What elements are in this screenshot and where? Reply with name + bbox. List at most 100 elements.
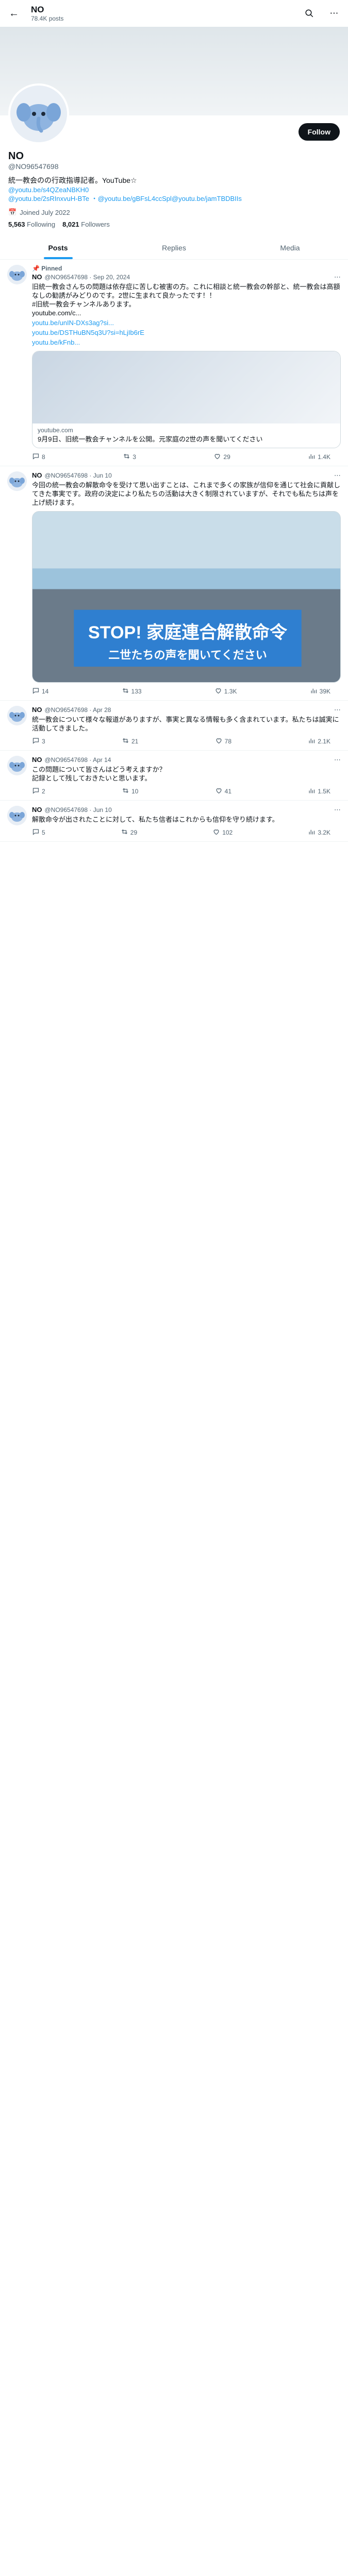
like-button[interactable]: 29 (213, 452, 230, 462)
post-avatar[interactable] (7, 756, 27, 776)
post[interactable]: NO @NO96547698 · Jun 10 ⋯ 解散命令が出されたことに対して、私… (0, 801, 348, 842)
post-meta: @NO96547698 · Apr 14 (44, 756, 111, 764)
repost-button[interactable]: 133 (122, 687, 142, 696)
view-count: 39K (319, 688, 330, 696)
repost-button[interactable]: 21 (122, 737, 138, 746)
post-author-name[interactable]: NO (32, 756, 42, 764)
repost-icon (122, 787, 129, 796)
reply-count: 8 (42, 453, 45, 461)
like-icon (215, 787, 223, 796)
elephant-mascot-icon (10, 86, 67, 142)
joined-date: Joined July 2022 (20, 208, 70, 216)
follow-stats: 5,563 Following 8,021 Followers (8, 221, 340, 228)
post-author-name[interactable]: NO (32, 806, 42, 814)
like-button[interactable]: 78 (215, 737, 231, 746)
reply-count: 2 (42, 788, 45, 795)
followers-link[interactable]: 8,021 Followers (62, 221, 110, 228)
more-options-icon[interactable]: ⋯ (334, 706, 341, 714)
post-author-name[interactable]: NO (32, 471, 42, 479)
post-actions: 14 133 1.3K 39K (32, 687, 341, 696)
link-card-title: 9月9日、旧統一教会チャンネルを公開。元家庭の2世の声を聞いてください (38, 435, 263, 443)
back-arrow-icon[interactable]: ← (6, 6, 22, 21)
more-options-icon[interactable]: ⋯ (334, 471, 341, 480)
reply-button[interactable]: 8 (32, 452, 45, 462)
post-meta: @NO96547698 · Jun 10 (44, 472, 112, 479)
post-avatar[interactable] (7, 265, 27, 284)
repost-icon (122, 687, 129, 696)
followers-count: 8,021 (62, 221, 79, 228)
like-button[interactable]: 1.3K (214, 687, 237, 696)
reply-button[interactable]: 2 (32, 787, 45, 796)
view-button[interactable]: 1.5K (308, 787, 330, 796)
repost-count: 21 (131, 738, 139, 745)
link-card-thumbnail (32, 351, 340, 423)
post-body: NO @NO96547698 · Apr 14 ⋯ この問題について皆さんはどう考えま… (32, 756, 341, 796)
post-photo[interactable]: STOP! 家庭連合解散命令 二世たちの声を聞いてください (32, 511, 341, 683)
reply-button[interactable]: 14 (32, 687, 48, 696)
views-icon (308, 787, 316, 796)
views-icon (308, 452, 316, 462)
post-link[interactable]: youtu.be/DSTHuBN5q3U?si=hLjIb6rE (32, 328, 341, 337)
view-button[interactable]: 39K (310, 687, 330, 696)
post-text: この問題について皆さんはどう考えますか？ 記録として残しておきたいと思います。 (32, 766, 166, 783)
following-count: 5,563 (8, 221, 25, 228)
tab-media[interactable]: Media (232, 235, 348, 259)
reply-icon (32, 828, 40, 837)
post[interactable]: NO @NO96547698 · Jun 10 ⋯ 今回の統一教会の解散命令を受けて思… (0, 466, 348, 701)
more-options-icon[interactable]: ⋯ (334, 756, 341, 764)
view-button[interactable]: 1.4K (308, 452, 330, 462)
profile-header: Follow NO @NO96547698 統一教会のの行政指導記者。YouTu… (0, 83, 348, 228)
search-icon[interactable] (302, 6, 317, 21)
like-count: 102 (222, 829, 233, 837)
post-avatar[interactable] (7, 806, 27, 826)
view-button[interactable]: 3.2K (308, 828, 330, 837)
post-avatar[interactable] (7, 471, 27, 491)
post[interactable]: NO @NO96547698 · Apr 14 ⋯ この問題について皆さんはどう考えま… (0, 751, 348, 801)
more-options-icon[interactable]: ⋯ (334, 273, 341, 281)
post-avatar[interactable] (7, 706, 27, 726)
following-link[interactable]: 5,563 Following (8, 221, 55, 228)
post-header: NO @NO96547698 · Jun 10 ⋯ (32, 471, 341, 480)
like-button[interactable]: 102 (212, 828, 233, 837)
post-link[interactable]: youtu.be/unIN-DXs3ag?si... (32, 318, 341, 327)
more-options-icon[interactable]: ⋯ (326, 6, 342, 21)
like-count: 41 (224, 788, 231, 795)
like-button[interactable]: 41 (215, 787, 231, 796)
repost-button[interactable]: 10 (122, 787, 138, 796)
repost-count: 29 (130, 829, 138, 837)
view-count: 3.2K (318, 829, 330, 837)
like-icon (215, 737, 223, 746)
reply-button[interactable]: 3 (32, 737, 45, 746)
reply-icon (32, 452, 40, 462)
reply-icon (32, 737, 40, 746)
link-card[interactable]: youtube.com 9月9日、旧統一教会チャンネルを公開。元家庭の2世の声を聞… (32, 351, 341, 448)
like-count: 29 (223, 453, 230, 461)
view-button[interactable]: 2.1K (308, 737, 330, 746)
tab-replies[interactable]: Replies (116, 235, 232, 259)
post[interactable]: NO @NO96547698 · Apr 28 ⋯ 統一教会について様々な報道がありま… (0, 701, 348, 751)
like-icon (214, 687, 222, 696)
repost-button[interactable]: 3 (123, 452, 136, 462)
follow-button[interactable]: Follow (298, 123, 340, 141)
post-body: NO @NO96547698 · Jun 10 ⋯ 今回の統一教会の解散命令を受けて思… (32, 471, 341, 696)
repost-button[interactable]: 29 (121, 828, 137, 837)
post[interactable]: 📌 Pinned NO @NO96547698 · Sep 20, 2024 ⋯ 旧統一… (0, 260, 348, 466)
reply-icon (32, 687, 40, 696)
reply-button[interactable]: 5 (32, 828, 45, 837)
post-body: NO @NO96547698 · Apr 28 ⋯ 統一教会について様々な報道がありま… (32, 706, 341, 746)
repost-count: 3 (132, 453, 136, 461)
bio-link[interactable]: @youtu.be/s4QZeaNBKH0 (8, 185, 340, 194)
reply-count: 5 (42, 829, 45, 837)
post-header: NO @NO96547698 · Jun 10 ⋯ (32, 806, 341, 814)
profile-bio: 統一教会のの行政指導記者。YouTube☆ (8, 176, 137, 184)
post-author-name[interactable]: NO (32, 706, 42, 714)
post-link[interactable]: youtu.be/kFnb... (32, 338, 341, 347)
elephant-mascot-icon (7, 756, 27, 776)
tab-posts[interactable]: Posts (0, 235, 116, 259)
post-author-name[interactable]: NO (32, 273, 42, 281)
more-options-icon[interactable]: ⋯ (334, 806, 341, 814)
avatar[interactable] (8, 83, 69, 144)
profile-tabs: Posts Replies Media (0, 235, 348, 260)
post-actions: 8 3 29 1.4K (32, 452, 341, 462)
bio-link[interactable]: @youtu.be/2sRInxvuH-BTe ・@youtu.be/gBFsL… (8, 194, 340, 203)
